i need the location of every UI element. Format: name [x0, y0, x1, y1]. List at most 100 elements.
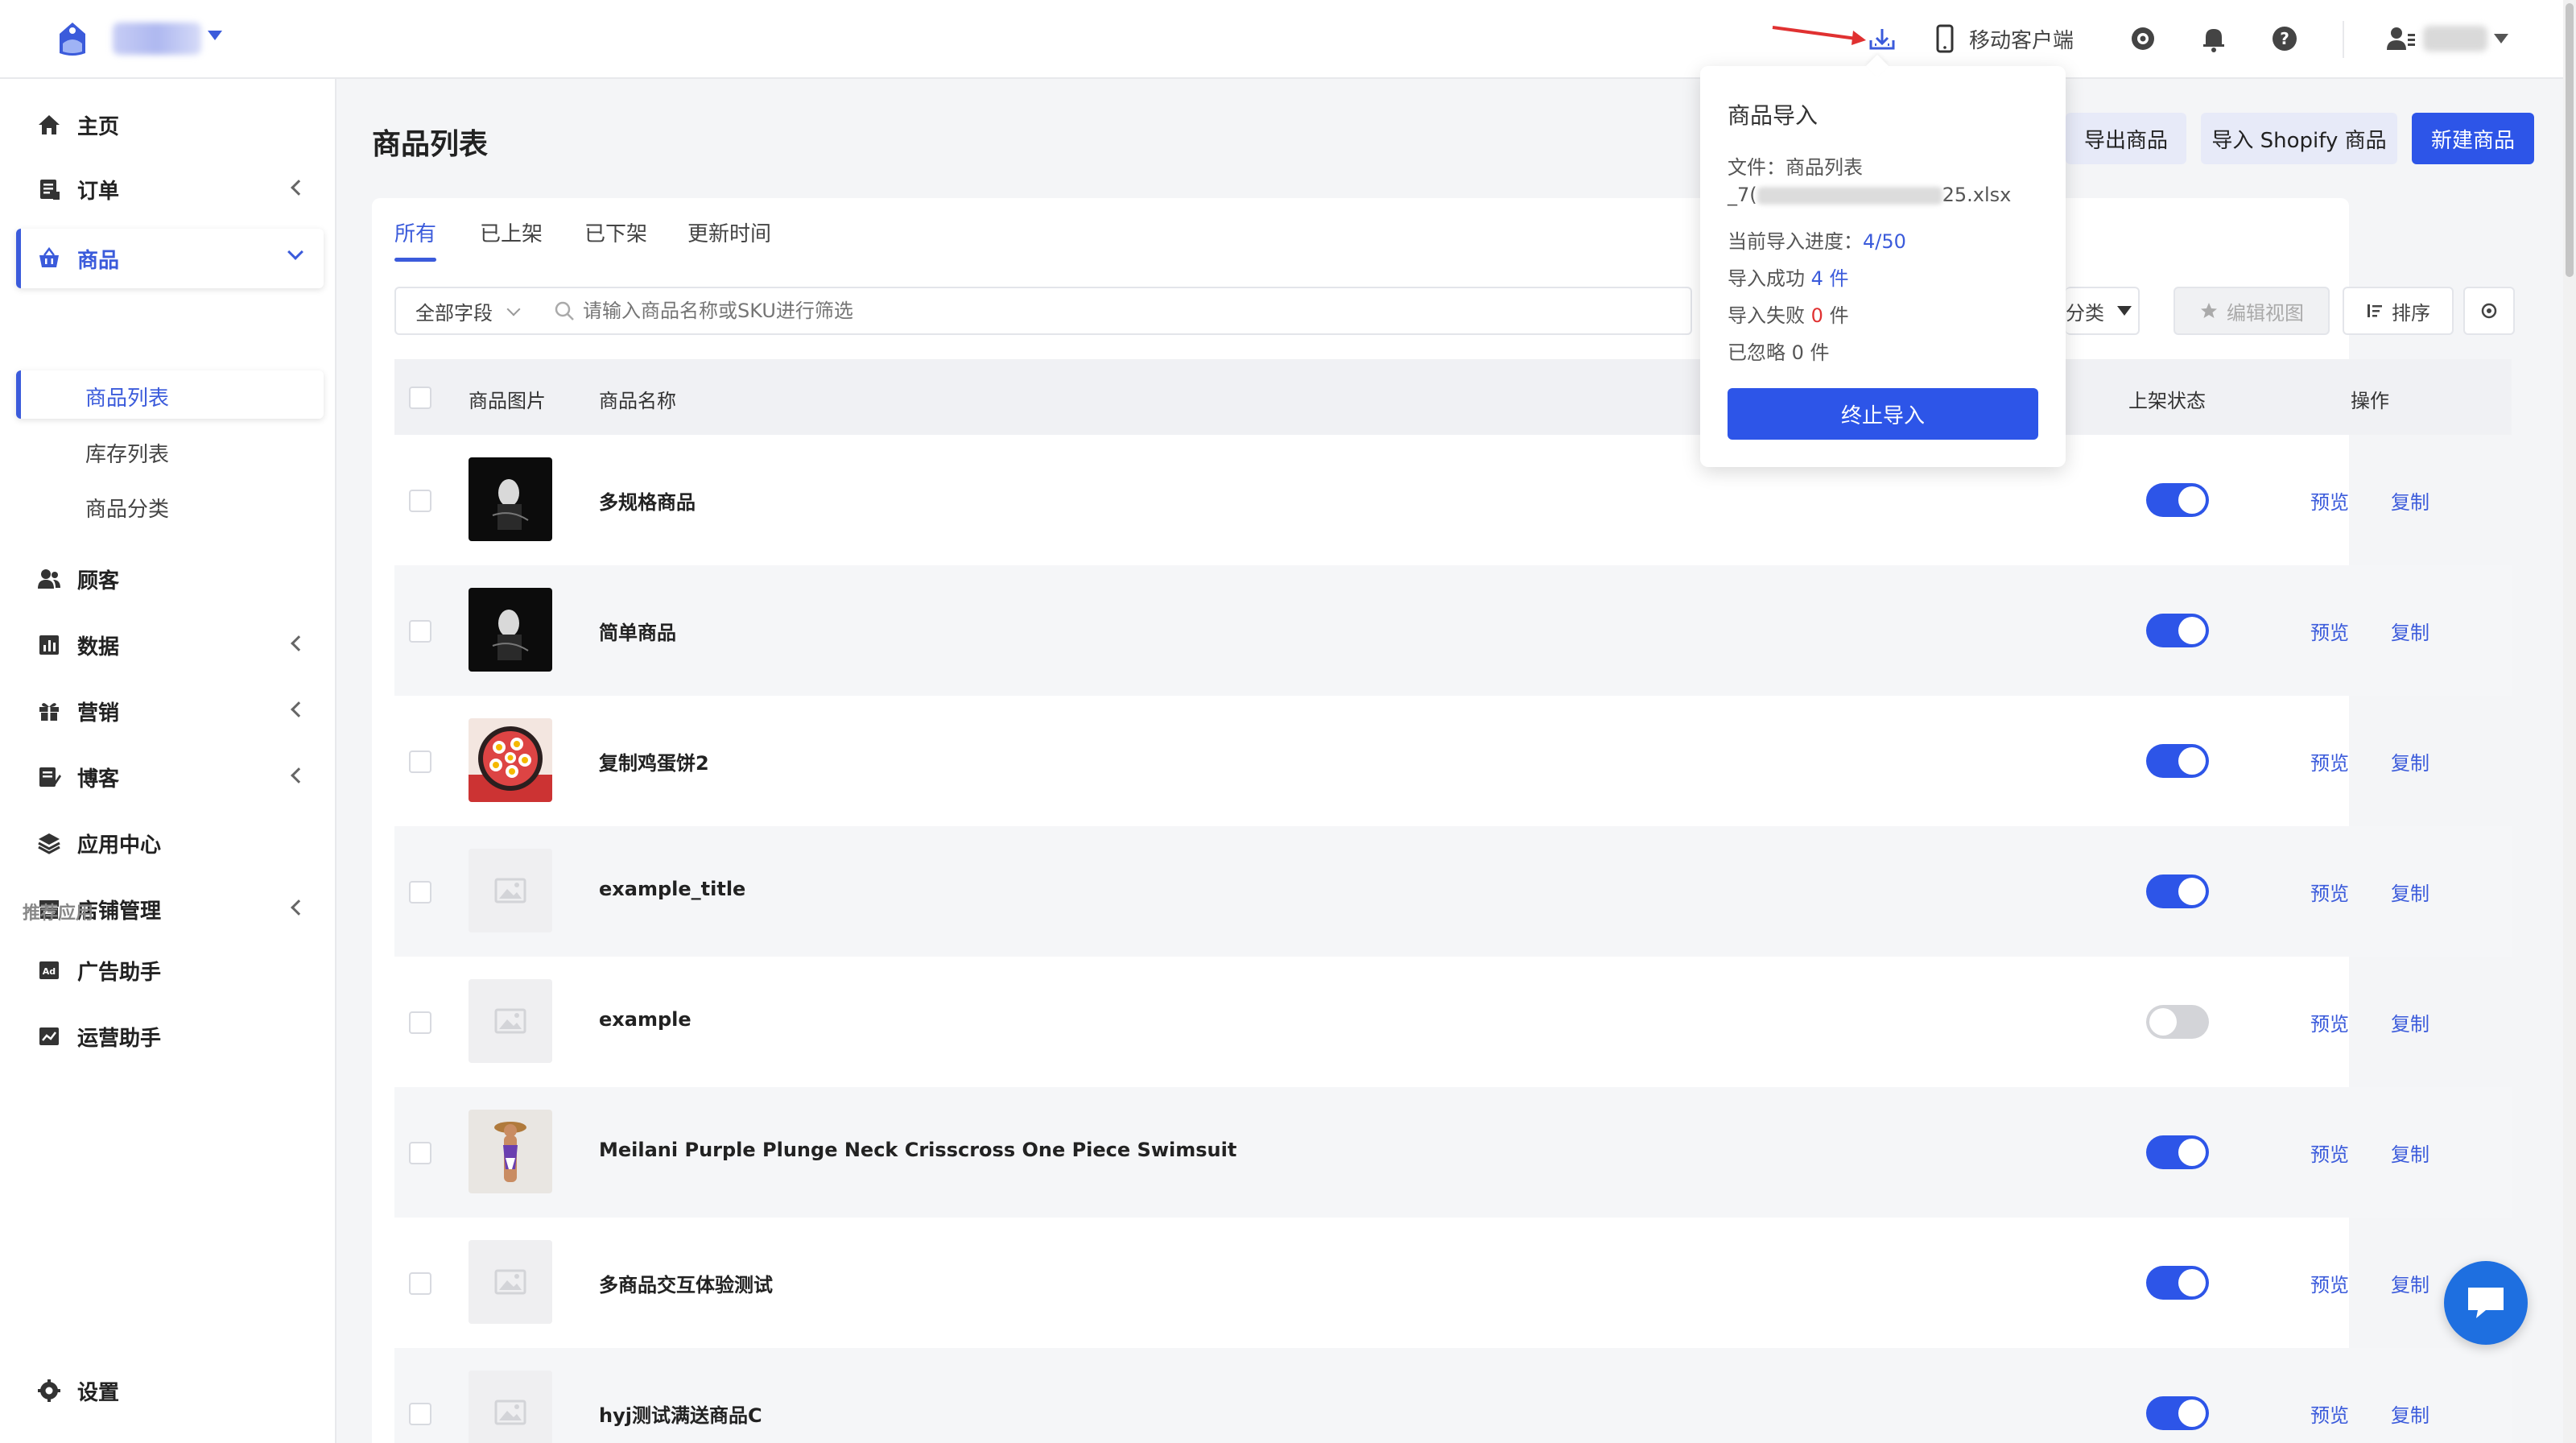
sidebar-item-settings[interactable]: 设置 — [0, 1361, 336, 1420]
preview-link[interactable]: 预览 — [2310, 617, 2349, 645]
sidebar-item-label: 主页 — [77, 114, 120, 139]
copy-link[interactable]: 复制 — [2391, 617, 2429, 645]
user-name-blurred[interactable] — [2423, 26, 2487, 52]
sidebar-item-orders[interactable]: 订单 — [0, 159, 336, 219]
preview-link[interactable]: 预览 — [2310, 1139, 2349, 1167]
sort-button[interactable]: 排序 — [2343, 287, 2454, 335]
sidebar-item-label: 运营助手 — [77, 1026, 162, 1051]
select-all-checkbox[interactable] — [409, 387, 431, 409]
file-name-blurred — [1757, 187, 1942, 205]
edit-view-button[interactable]: 编辑视图 — [2174, 287, 2330, 335]
row-checkbox[interactable] — [409, 490, 431, 512]
product-name[interactable]: 多商品交互体验测试 — [599, 1269, 773, 1297]
category-filter-button[interactable]: 分类 — [2066, 287, 2140, 335]
copy-link[interactable]: 复制 — [2391, 486, 2429, 515]
layers-icon — [35, 829, 63, 857]
preview-link[interactable]: 预览 — [2310, 1269, 2349, 1297]
new-product-button[interactable]: 新建商品 — [2412, 113, 2534, 164]
search-box[interactable] — [536, 287, 1692, 335]
row-checkbox[interactable] — [409, 1403, 431, 1425]
listing-toggle[interactable] — [2146, 483, 2209, 517]
copy-link[interactable]: 复制 — [2391, 1008, 2429, 1036]
mobile-client-link[interactable]: 移动客户端 — [1969, 24, 2074, 54]
chevron-down-icon — [287, 244, 303, 260]
product-name[interactable]: example_title — [599, 878, 745, 900]
export-products-button[interactable]: 导出商品 — [2066, 113, 2186, 164]
row-checkbox[interactable] — [409, 750, 431, 773]
field-select[interactable]: 全部字段 — [394, 287, 538, 335]
product-name[interactable]: example — [599, 1008, 691, 1031]
import-file-label: 文件：商品列表 — [1728, 156, 1863, 179]
chat-support-button[interactable] — [2444, 1261, 2528, 1345]
help-icon[interactable]: ? — [2268, 23, 2301, 55]
scrollbar-thumb[interactable] — [2566, 3, 2574, 277]
import-progress-popover: 商品导入 文件：商品列表 _7(25.xlsx 当前导入进度：4/50 导入成功… — [1700, 66, 2066, 467]
copy-link[interactable]: 复制 — [2391, 1139, 2429, 1167]
row-checkbox[interactable] — [409, 1011, 431, 1034]
listing-toggle[interactable] — [2146, 1266, 2209, 1300]
shop-name-blurred[interactable] — [113, 23, 201, 55]
file-name-end: 25.xlsx — [1942, 184, 2012, 206]
sidebar-item-ad-assistant[interactable]: Ad 广告助手 — [0, 941, 336, 1000]
user-avatar-icon[interactable] — [2384, 23, 2417, 55]
preview-link[interactable]: 预览 — [2310, 1400, 2349, 1428]
preview-link[interactable]: 预览 — [2310, 486, 2349, 515]
row-checkbox[interactable] — [409, 881, 431, 903]
sidebar-subitem-inventory[interactable]: 库存列表 — [85, 438, 169, 468]
copy-link[interactable]: 复制 — [2391, 878, 2429, 906]
page-title: 商品列表 — [372, 128, 489, 161]
tab-unlisted[interactable]: 已下架 — [584, 217, 647, 247]
sidebar-item-data[interactable]: 数据 — [0, 615, 336, 675]
tab-all[interactable]: 所有 — [394, 217, 436, 247]
page-scrollbar[interactable] — [2563, 0, 2576, 1443]
product-name[interactable]: 复制鸡蛋饼2 — [599, 747, 709, 775]
sidebar-item-app-center[interactable]: 应用中心 — [0, 813, 336, 873]
product-name[interactable]: 简单商品 — [599, 617, 676, 645]
import-progress-icon[interactable] — [1866, 23, 1898, 55]
product-name[interactable]: Meilani Purple Plunge Neck Crisscross On… — [599, 1139, 1236, 1161]
stop-import-button[interactable]: 终止导入 — [1728, 388, 2038, 440]
preview-link[interactable]: 预览 — [2310, 747, 2349, 775]
listing-toggle[interactable] — [2146, 1396, 2209, 1430]
tab-listed[interactable]: 已上架 — [480, 217, 543, 247]
bell-icon[interactable] — [2198, 23, 2230, 55]
listing-toggle[interactable] — [2146, 614, 2209, 647]
sidebar-item-customers[interactable]: 顾客 — [0, 549, 336, 609]
table-row: example 预览 复制 — [394, 957, 2512, 1087]
chevron-left-icon — [291, 701, 307, 717]
sidebar-subitem-product-list[interactable]: 商品列表 — [16, 370, 324, 419]
preview-link[interactable]: 预览 — [2310, 878, 2349, 906]
caret-down-icon — [2117, 306, 2132, 316]
sidebar-item-ops-assistant[interactable]: 运营助手 — [0, 1007, 336, 1066]
sidebar-item-products[interactable]: 商品 — [16, 229, 324, 288]
copy-link[interactable]: 复制 — [2391, 747, 2429, 775]
listing-toggle[interactable] — [2146, 744, 2209, 778]
user-menu-caret-icon[interactable] — [2494, 34, 2508, 43]
listing-toggle[interactable] — [2146, 874, 2209, 908]
sidebar-item-marketing[interactable]: 营销 — [0, 681, 336, 741]
listing-toggle[interactable] — [2146, 1135, 2209, 1169]
tab-updated-time[interactable]: 更新时间 — [687, 217, 771, 247]
eye-icon[interactable] — [2127, 23, 2159, 55]
ignored-label: 已忽略 — [1728, 341, 1785, 364]
settings-button[interactable] — [2463, 287, 2515, 335]
import-file-name: _7(25.xlsx — [1728, 184, 2011, 206]
preview-link[interactable]: 预览 — [2310, 1008, 2349, 1036]
import-shopify-button[interactable]: 导入 Shopify 商品 — [2201, 113, 2397, 164]
search-input[interactable] — [583, 300, 1629, 322]
home-icon — [35, 111, 63, 139]
row-checkbox[interactable] — [409, 1272, 431, 1295]
mobile-phone-icon[interactable] — [1929, 23, 1961, 55]
shop-switch-caret-icon[interactable] — [208, 31, 222, 40]
listing-toggle[interactable] — [2146, 1005, 2209, 1039]
sidebar-item-blog[interactable]: 博客 — [0, 747, 336, 807]
product-name[interactable]: hyj测试满送商品C — [599, 1400, 762, 1428]
copy-link[interactable]: 复制 — [2391, 1269, 2429, 1297]
sidebar-item-home[interactable]: 主页 — [0, 95, 336, 155]
row-checkbox[interactable] — [409, 620, 431, 643]
row-checkbox[interactable] — [409, 1142, 431, 1164]
product-name[interactable]: 多规格商品 — [599, 486, 696, 515]
shop-logo-icon[interactable] — [52, 18, 93, 60]
copy-link[interactable]: 复制 — [2391, 1400, 2429, 1428]
sidebar-subitem-categories[interactable]: 商品分类 — [85, 493, 169, 523]
